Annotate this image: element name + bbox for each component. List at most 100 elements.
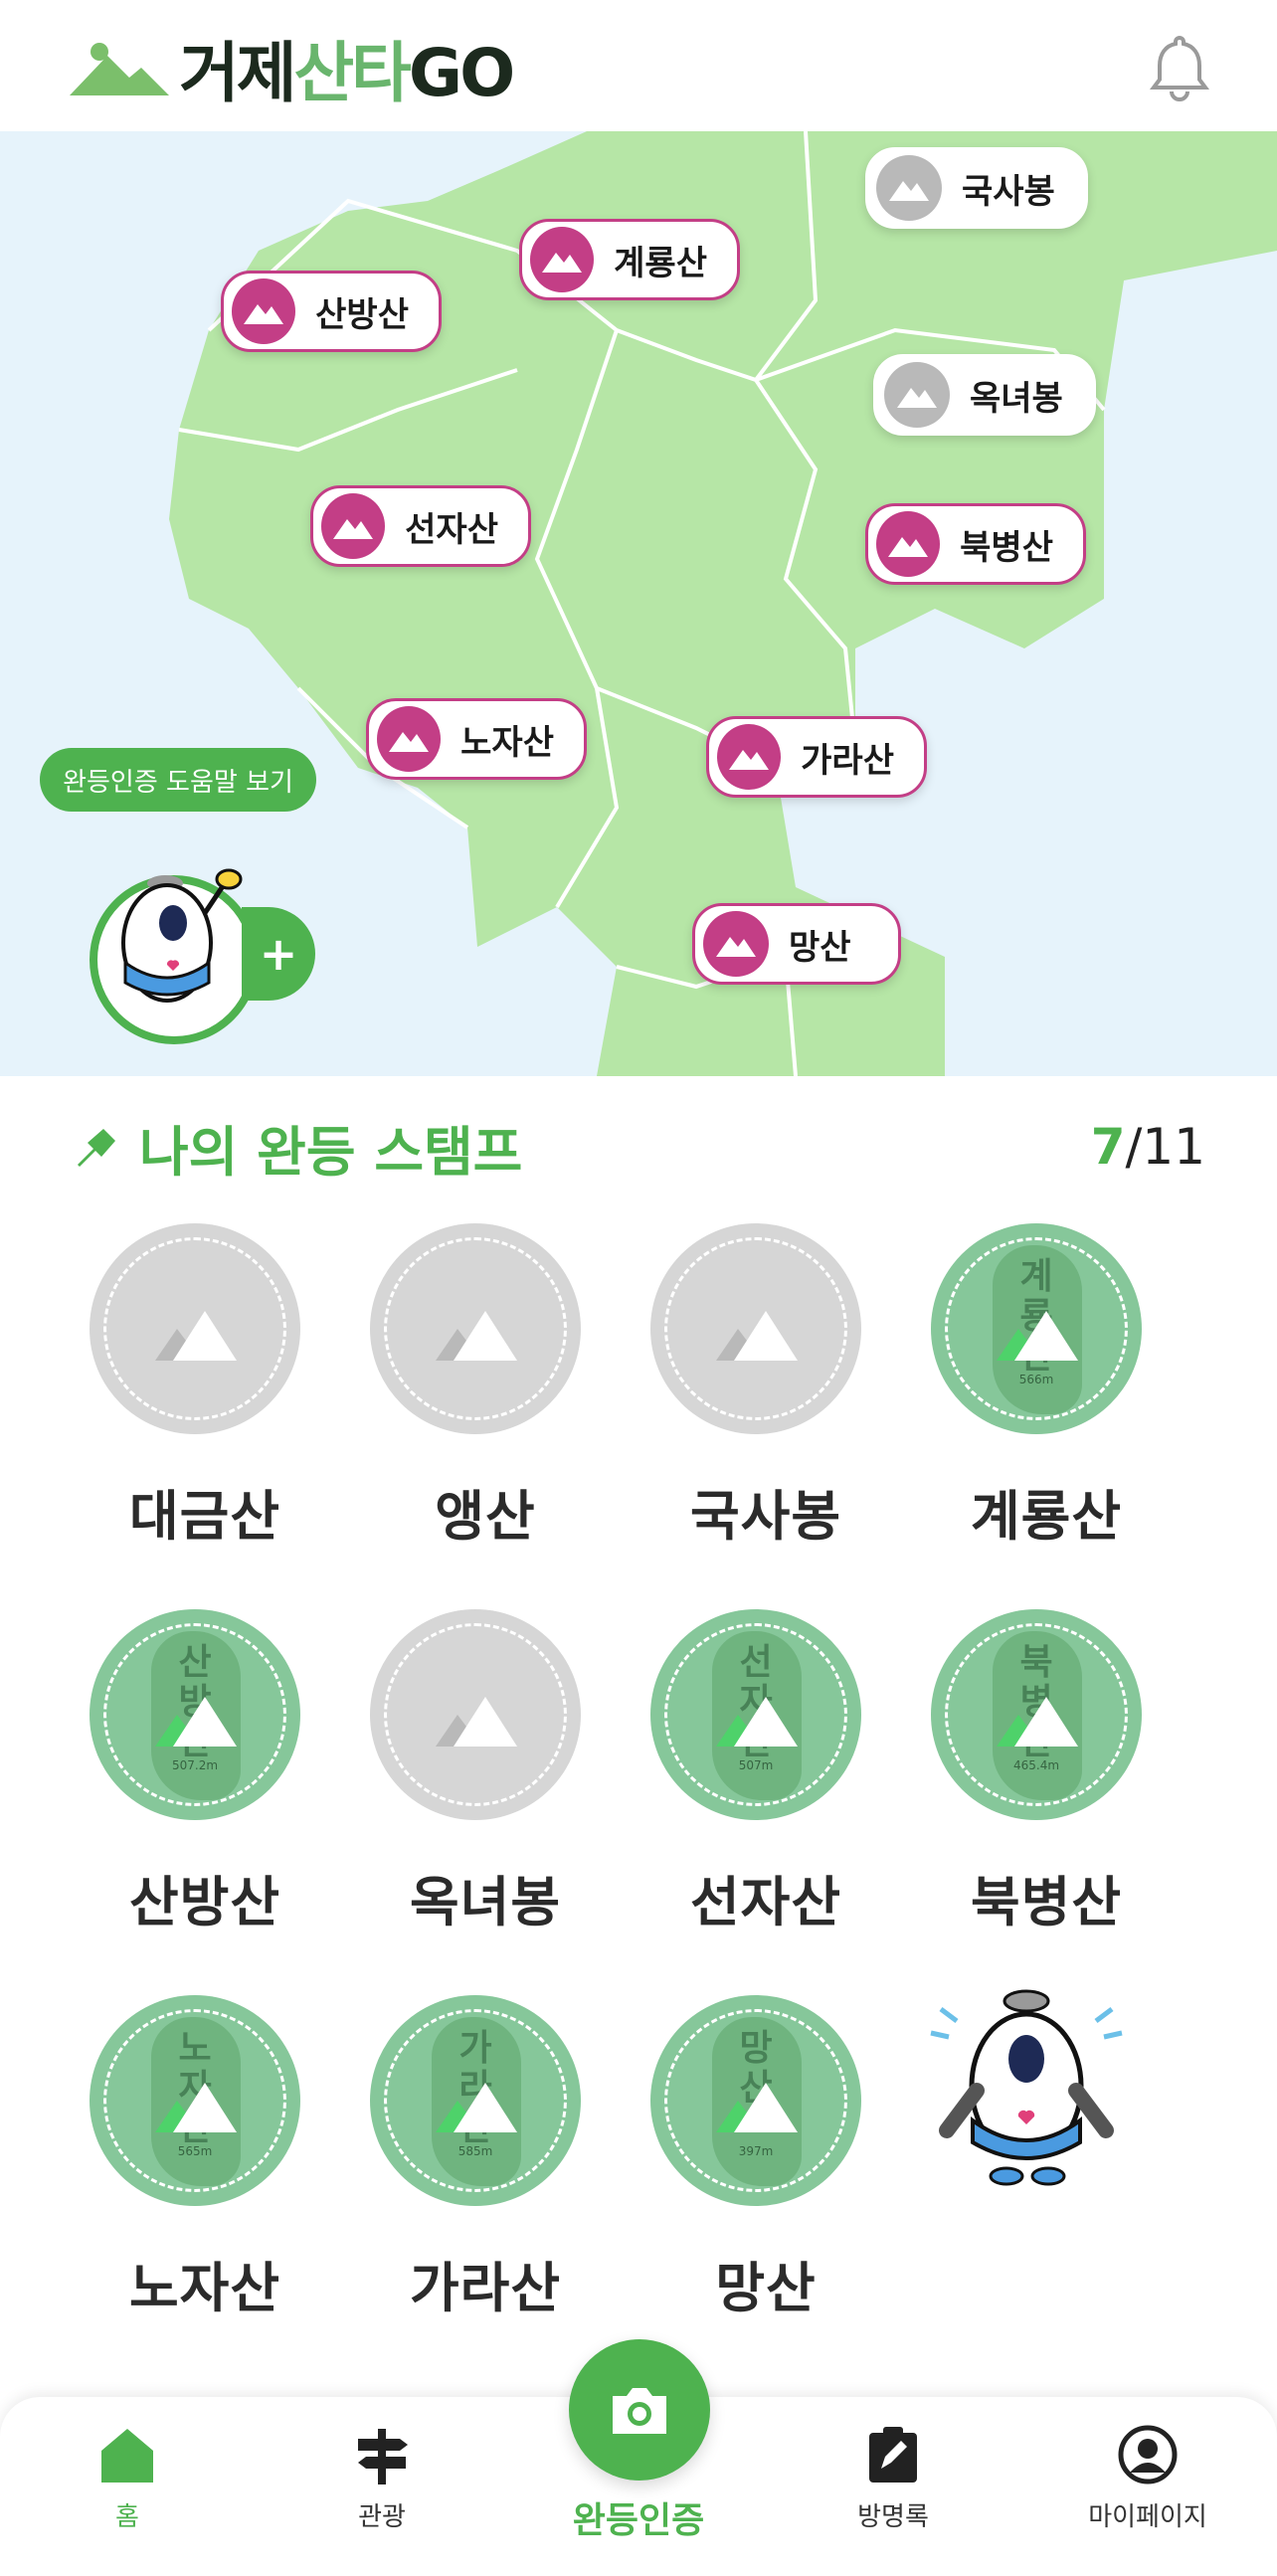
plus-icon: + — [259, 927, 298, 981]
stamp-name: 가라산 — [409, 2257, 562, 2319]
stamp-item[interactable]: 가라산585m 가라산 — [350, 1995, 581, 2353]
tab-home[interactable]: 홈 — [28, 2425, 227, 2533]
mountain-icon — [884, 362, 950, 428]
marker-label: 옥녀봉 — [970, 378, 1063, 419]
summit-elevation: 397m — [738, 2144, 774, 2158]
stamp-item[interactable]: 옥녀봉 — [350, 1609, 581, 1967]
stamp-badge-completed: 계룡산566m — [931, 1223, 1142, 1434]
stamp-badge-locked — [650, 1223, 861, 1434]
marker-label: 산방산 — [315, 294, 409, 335]
stamp-name: 대금산 — [128, 1485, 281, 1548]
stamp-count-total: /11 — [1125, 1118, 1205, 1176]
help-button-label: 완등인증 도움말 보기 — [63, 767, 293, 798]
summit-elevation: 565m — [177, 2144, 213, 2158]
app-logo[interactable]: 거제산타GO — [70, 28, 515, 111]
stamp-badge-completed: 망 산 397m — [650, 1995, 861, 2206]
map-marker-seonjasan[interactable]: 선자산 — [310, 485, 531, 567]
mascot-avatar[interactable] — [90, 868, 259, 1044]
stamp-item[interactable]: 계룡산566m 계룡산 — [911, 1223, 1142, 1581]
mountain-icon — [155, 1697, 237, 1747]
stamp-item[interactable]: 앵산 — [350, 1223, 581, 1581]
home-icon — [101, 2429, 153, 2483]
summit-elevation: 465.4m — [1012, 1758, 1060, 1772]
stamp-badge-locked — [370, 1609, 581, 1820]
marker-label: 북병산 — [960, 527, 1053, 568]
stamp-badge-completed: 산방산507.2m — [90, 1609, 300, 1820]
user-avatar-icon — [1118, 2425, 1178, 2484]
mountain-icon — [703, 911, 769, 977]
summit-elevation: 507.2m — [171, 1758, 219, 1772]
stamp-badge-completed: 선자산507m — [650, 1609, 861, 1820]
stamp-badge-completed: 북병산465.4m — [931, 1609, 1142, 1820]
stamp-item[interactable]: 북병산465.4m 북병산 — [911, 1609, 1142, 1967]
marker-label: 가라산 — [801, 740, 894, 781]
map-marker-mangsan[interactable]: 망산 — [692, 903, 901, 985]
stamp-item[interactable]: 선자산507m 선자산 — [631, 1609, 861, 1967]
map-marker-sanbangsan[interactable]: 산방산 — [221, 271, 442, 352]
tab-guestbook-label: 방명록 — [857, 2502, 929, 2532]
stamp-name: 선자산 — [689, 1871, 842, 1933]
stamp-badge-locked — [370, 1223, 581, 1434]
notification-bell-icon[interactable] — [1144, 30, 1215, 101]
mountain-icon — [717, 724, 782, 790]
stamp-name: 노자산 — [128, 2257, 281, 2319]
mountain-icon — [530, 227, 595, 292]
stamp-title-text: 나의 완등 스탬프 — [139, 1120, 523, 1184]
tab-home-label: 홈 — [115, 2502, 139, 2532]
marker-label: 계룡산 — [614, 243, 707, 283]
stamp-badge-locked — [90, 1223, 300, 1434]
map-marker-oknyeobong[interactable]: 옥녀봉 — [873, 354, 1096, 436]
mountain-icon — [716, 1311, 798, 1361]
map-marker-gyeryongsan[interactable]: 계룡산 — [519, 219, 740, 300]
clipboard-pen-icon — [869, 2427, 917, 2483]
mountain-icon — [377, 706, 442, 772]
mountain-icon — [997, 1697, 1078, 1747]
pin-icon — [78, 1129, 115, 1167]
stamp-item[interactable]: 망 산 397m 망산 — [631, 1995, 861, 2353]
mascot-character-icon — [121, 868, 243, 1003]
map-marker-guksabong[interactable]: 국사봉 — [865, 147, 1088, 229]
certify-label[interactable]: 완등인증 — [539, 2491, 738, 2543]
stamp-badge-completed: 가라산585m — [370, 1995, 581, 2206]
mountain-icon — [436, 2083, 517, 2132]
stamp-item[interactable]: 노자산565m 노자산 — [70, 1995, 300, 2353]
stamp-item[interactable]: 대금산 — [70, 1223, 300, 1581]
summit-elevation: 507m — [738, 1758, 774, 1772]
mountain-icon — [876, 511, 941, 577]
summit-elevation: 566m — [1018, 1373, 1054, 1386]
tab-tour-label: 관광 — [358, 2502, 406, 2532]
map-marker-bukbyeongsan[interactable]: 북병산 — [865, 503, 1086, 585]
marker-label: 노자산 — [460, 722, 554, 763]
stamp-section-title: 나의 완등 스탬프 — [70, 1112, 522, 1184]
stamp-name: 계룡산 — [970, 1485, 1123, 1548]
summit-elevation: 585m — [457, 2144, 493, 2158]
help-button[interactable]: 완등인증 도움말 보기 — [40, 748, 316, 812]
marker-label: 선자산 — [405, 509, 498, 550]
mountain-icon — [321, 493, 386, 559]
stamp-name: 망산 — [715, 2257, 817, 2319]
tab-mypage[interactable]: 마이페이지 — [1048, 2425, 1247, 2533]
stamp-name: 옥녀봉 — [409, 1871, 562, 1933]
mountain-logo-icon — [70, 43, 169, 95]
tab-tour[interactable]: 관광 — [282, 2425, 481, 2533]
certify-camera-button[interactable] — [569, 2339, 710, 2481]
map-marker-nojasan[interactable]: 노자산 — [366, 698, 587, 780]
camera-icon — [613, 2388, 666, 2434]
map-marker-garasan[interactable]: 가라산 — [706, 716, 927, 798]
stamp-count-completed: 7 — [1090, 1118, 1126, 1176]
mountain-icon — [232, 278, 296, 344]
tab-guestbook[interactable]: 방명록 — [794, 2425, 993, 2533]
mascot-cheering-icon — [930, 1989, 1123, 2186]
signpost-icon — [358, 2429, 408, 2484]
marker-label: 망산 — [789, 927, 851, 968]
mountain-icon — [436, 1311, 517, 1361]
stamp-count: 7/11 — [1091, 1118, 1205, 1176]
stamp-item[interactable]: 산방산507.2m 산방산 — [70, 1609, 300, 1967]
marker-label: 국사봉 — [962, 171, 1055, 212]
app-title: 거제산타GO — [179, 35, 515, 111]
stamp-badge-completed: 노자산565m — [90, 1995, 300, 2206]
app-header: 거제산타GO — [0, 0, 1277, 131]
mountain-icon — [716, 2083, 798, 2132]
stamp-name: 앵산 — [435, 1485, 536, 1548]
stamp-item[interactable]: 국사봉 — [631, 1223, 861, 1581]
